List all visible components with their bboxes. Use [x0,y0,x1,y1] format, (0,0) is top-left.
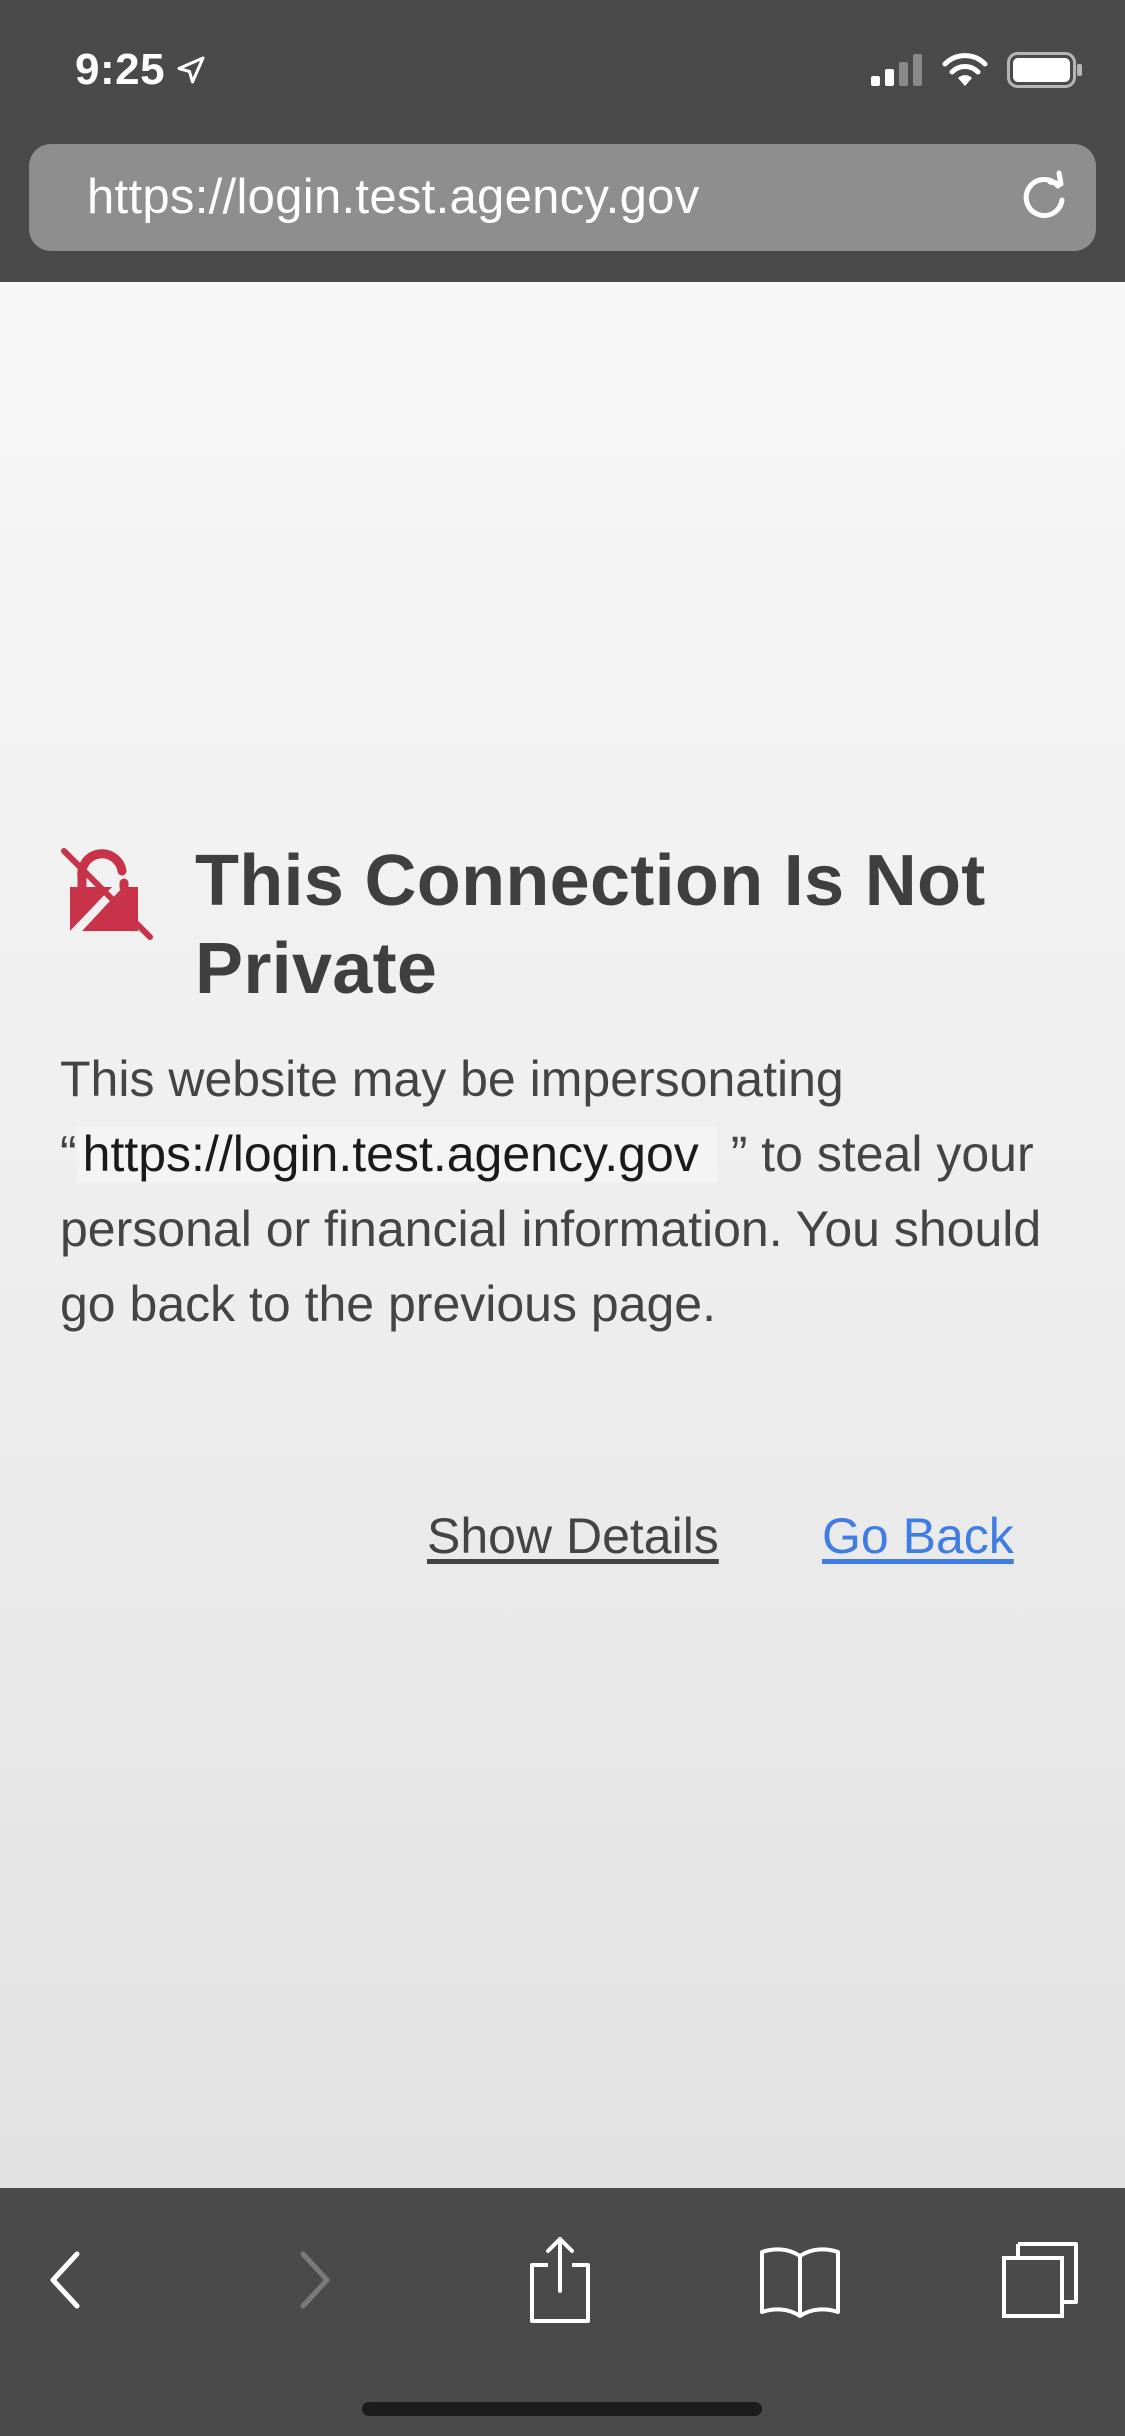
warning-message-prefix: This website may be impersonating [60,1051,844,1107]
status-bar-time: 9:25 [75,40,209,100]
chevron-right-icon [300,2251,330,2309]
share-button[interactable] [510,2230,610,2330]
error-page: This Connection Is Not Private This webs… [0,282,1125,2188]
wifi-icon [942,53,988,86]
forward-button[interactable] [265,2230,365,2330]
battery-icon [1007,52,1082,88]
warning-actions: Show Details Go Back [0,1507,1125,1587]
reload-icon[interactable] [1014,168,1074,228]
open-quote: “ [60,1126,77,1182]
address-bar[interactable]: https://login.test.agency.gov [29,144,1096,251]
broken-lock-icon [61,848,153,940]
close-quote: ” [730,1126,748,1182]
warning-message: This website may be impersonating “https:… [60,1042,1070,1342]
back-button[interactable] [15,2230,115,2330]
chevron-left-icon [50,2251,80,2309]
tabs-button[interactable] [990,2230,1090,2330]
book-icon [760,2247,840,2318]
location-arrow-icon [177,56,205,84]
warning-title: This Connection Is Not Private [195,841,986,1009]
show-details-link[interactable]: Show Details [427,1507,719,1565]
status-indicators [871,48,1083,92]
home-indicator[interactable] [362,2402,762,2416]
clock-label: 9:25 [75,45,166,94]
impersonated-domain: https://login.test.agency.gov [76,1126,717,1182]
cellular-signal-icon [871,54,922,86]
address-bar-url[interactable]: https://login.test.agency.gov [87,144,700,251]
share-icon [530,2237,590,2323]
bookmarks-button[interactable] [750,2230,850,2330]
tabs-icon [1002,2242,1078,2318]
browser-bottom-toolbar [0,2188,1125,2436]
go-back-link[interactable]: Go Back [822,1507,1014,1565]
browser-top-chrome: 9:25 https://login.test.agency.gov [0,0,1125,282]
